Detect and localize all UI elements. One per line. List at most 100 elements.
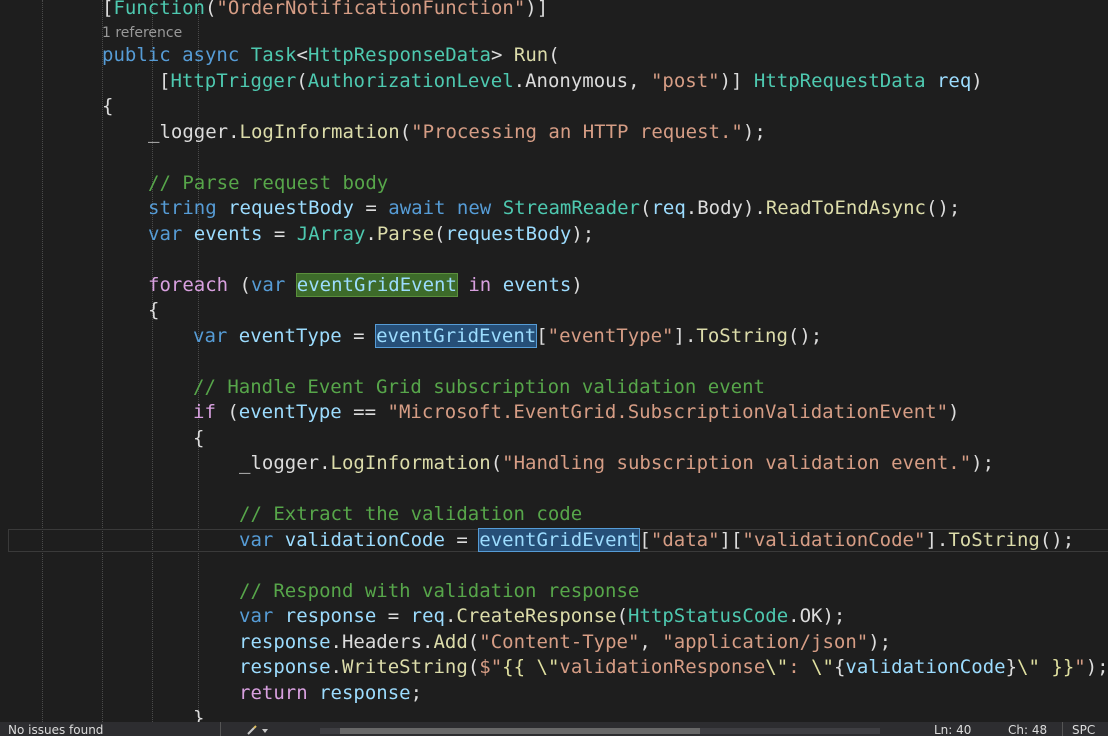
code-token: { — [148, 299, 160, 321]
code-token: response — [319, 682, 411, 704]
code-line: var response = req.CreateResponse(HttpSt… — [239, 604, 845, 629]
code-token: var — [148, 223, 183, 245]
code-token: "eventType" — [547, 325, 674, 347]
code-token: "Handling subscription validation event.… — [502, 452, 972, 474]
code-token: .Headers. — [330, 631, 434, 653]
issues-indicator[interactable]: No issues found — [8, 724, 103, 736]
code-token: HttpStatusCode — [628, 605, 789, 627]
code-token: return — [239, 682, 308, 704]
code-token: } — [193, 707, 205, 722]
code-token: validationResponse — [559, 656, 766, 678]
code-line: // Parse request body — [148, 171, 388, 196]
code-line: [HttpTrigger(AuthorizationLevel.Anonymou… — [159, 69, 983, 94]
code-token: HttpTrigger — [170, 70, 297, 92]
code-line: _logger.LogInformation("Handling subscri… — [239, 451, 994, 476]
horizontal-scrollbar-thumb[interactable] — [340, 728, 700, 734]
code-line: } — [193, 706, 204, 722]
indent-guide — [198, 0, 199, 722]
code-token: \" — [765, 656, 789, 678]
code-token: \" — [1017, 656, 1040, 678]
code-token: ToString — [696, 325, 788, 347]
code-line: response.WriteString($"{{ \"validationRe… — [239, 655, 1108, 680]
whitespace-mode[interactable]: SPC — [1072, 724, 1095, 736]
code-token: ]. — [673, 325, 697, 347]
code-line: var eventType = eventGridEvent["eventTyp… — [193, 324, 822, 349]
code-token: LogInformation — [239, 121, 400, 143]
char-position[interactable]: Ch: 48 — [1008, 724, 1047, 736]
code-token: { — [193, 427, 205, 449]
highlighted-reference: eventGridEvent — [478, 528, 641, 552]
code-token: ( — [490, 452, 503, 474]
code-token: ( — [467, 656, 480, 678]
code-token: (); — [1039, 529, 1075, 551]
code-token: ( — [215, 401, 239, 423]
code-token: HttpRequestData — [753, 70, 926, 92]
line-position[interactable]: Ln: 40 — [934, 724, 971, 736]
code-token: response — [239, 656, 331, 678]
code-token: await — [388, 197, 446, 219]
indent-guide — [42, 0, 43, 722]
code-token: < — [296, 44, 308, 66]
code-editor[interactable]: 1 reference [Function("OrderNotification… — [0, 0, 1108, 722]
code-token: validationCode — [845, 656, 1006, 678]
code-token: Run — [513, 44, 549, 66]
code-token: _logger — [148, 121, 229, 143]
code-line: public async Task<HttpResponseData> Run( — [102, 43, 560, 68]
code-token: [ — [639, 529, 651, 551]
code-token: Task — [250, 44, 297, 66]
code-token: if — [193, 401, 216, 423]
code-token: " — [1074, 656, 1086, 678]
code-line: { — [193, 426, 204, 451]
code-token: ); — [1085, 656, 1108, 678]
code-token: "post" — [650, 70, 720, 92]
code-token: "Content-Type" — [479, 631, 640, 653]
code-token: ( — [296, 70, 308, 92]
code-token: [ — [102, 0, 114, 19]
code-token: eventType — [238, 325, 342, 347]
code-line: _logger.LogInformation("Processing an HT… — [148, 120, 766, 145]
code-token: .Body). — [685, 197, 766, 219]
code-token: . — [228, 121, 240, 143]
codelens-references[interactable]: 1 reference — [102, 23, 182, 43]
code-token: Anonymous — [525, 70, 629, 92]
code-token: ( — [399, 121, 412, 143]
code-token: var — [239, 605, 274, 627]
code-token: { — [102, 95, 114, 117]
code-token: ); — [971, 452, 995, 474]
code-token: . — [513, 70, 526, 92]
code-token: ToString — [948, 529, 1040, 551]
code-token: Parse — [376, 223, 435, 245]
code-line: var validationCode = eventGridEvent["dat… — [239, 528, 1074, 553]
code-token: WriteString — [341, 656, 468, 678]
code-token: new — [456, 197, 492, 219]
code-token: [ — [159, 70, 171, 92]
code-token: ) — [571, 274, 583, 296]
code-token: foreach — [148, 274, 229, 296]
code-token: : — [788, 656, 812, 678]
code-token: [ — [536, 325, 548, 347]
code-token: JArray — [296, 223, 366, 245]
code-token: {{ — [502, 656, 526, 678]
code-token: \" — [811, 656, 834, 678]
code-token: LogInformation — [330, 452, 491, 474]
code-line: // Respond with validation response — [239, 579, 639, 604]
code-token: \" — [536, 656, 560, 678]
code-token: var — [250, 274, 286, 296]
code-token: req — [936, 70, 972, 92]
code-token: "data" — [650, 529, 720, 551]
code-line: { — [102, 94, 113, 119]
code-token: "validationCode" — [742, 529, 926, 551]
code-cleanup-icon[interactable] — [246, 724, 270, 736]
code-token: eventType — [238, 401, 342, 423]
code-token: ( — [639, 197, 652, 219]
status-divider — [220, 722, 221, 736]
code-token: ( — [616, 605, 629, 627]
code-token: ) — [971, 70, 983, 92]
